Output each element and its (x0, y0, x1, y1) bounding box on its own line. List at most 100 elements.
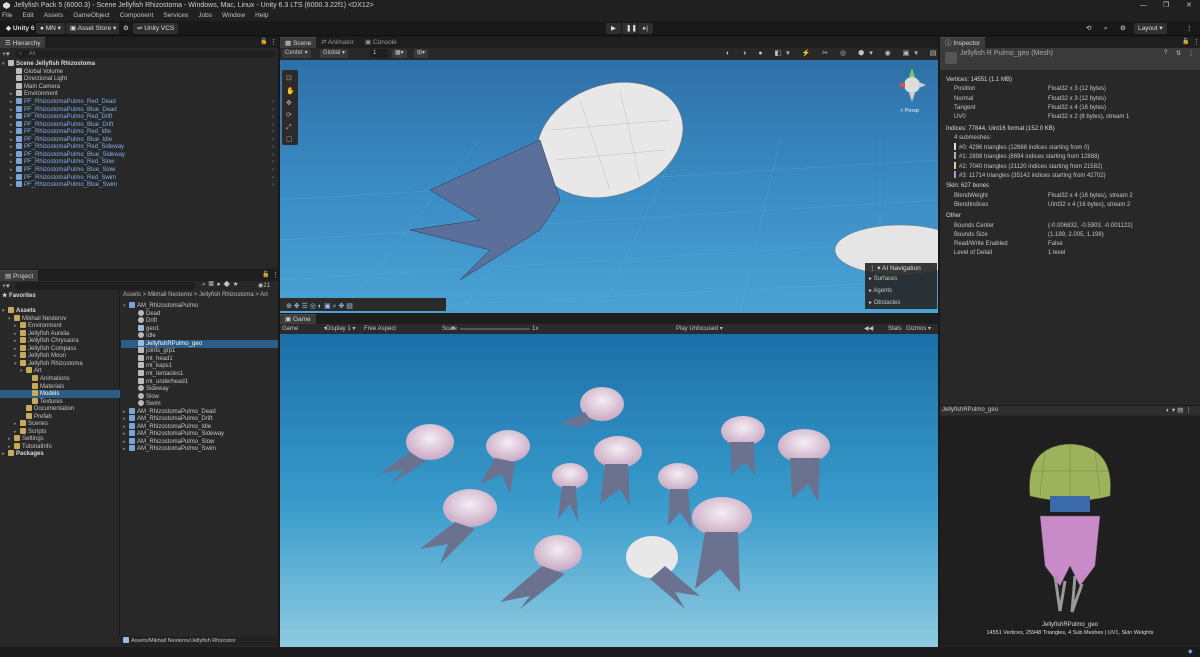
settings-icon[interactable]: ⚙ (1116, 23, 1130, 34)
menu-item-assets[interactable]: Assets (42, 12, 64, 19)
persp-label[interactable]: < Persp (900, 108, 919, 114)
menu-item-component[interactable]: Component (118, 12, 154, 19)
inspector-panel: ⓘ Inspector 🔓 ⋮ Jellyfish R Pulmo_geo (M… (940, 37, 1200, 647)
obj-icon (138, 377, 144, 384)
ai-nav-obstacles[interactable]: ▸ Obstacles (869, 299, 900, 306)
play-mode-dropdown[interactable]: Play Unfocused ▾ (676, 324, 723, 334)
help-icon[interactable]: ? (1164, 50, 1167, 56)
grid-snap-button[interactable]: ▦▾ (392, 49, 407, 58)
folder-icon (8, 307, 14, 313)
cube-icon (129, 445, 135, 452)
drag-handle-icon[interactable]: ⋮ ▾ (869, 265, 882, 272)
prefab-icon (16, 158, 22, 165)
mute-icon[interactable]: ◀◀ (864, 324, 873, 334)
tab-animator[interactable]: ⇄ Animator (316, 37, 359, 48)
step-button[interactable]: ▸| (638, 23, 653, 34)
ai-nav-agents[interactable]: ▸ Agents (869, 287, 892, 294)
star-icon: ★ (2, 293, 10, 299)
lock-icon[interactable]: 🔓 (260, 38, 267, 45)
project-file-item[interactable]: ▸ AM_RhizostomaPulmo_Swim (121, 445, 278, 453)
pivot-dropdown[interactable]: Center ▾ (282, 49, 311, 58)
presets-icon[interactable]: ⇅ (1176, 50, 1181, 57)
tab-inspector[interactable]: ⓘ Inspector (940, 37, 986, 48)
menu-item-gameobject[interactable]: GameObject (71, 12, 110, 19)
hierarchy-prefab-item[interactable]: ▸ PF_RhizostomaPulmo_Blue_Swim › (10, 181, 276, 189)
gameobject-icon (16, 75, 22, 82)
tab-project[interactable]: ▤ Project (0, 270, 39, 281)
svg-text:▢: ▢ (286, 136, 293, 143)
play-button[interactable]: ▶ (606, 23, 621, 34)
more-icon[interactable]: ⋮ (1193, 38, 1200, 46)
menu-bar: File Edit Assets GameObject Component Service… (0, 11, 1200, 21)
asset-store-button[interactable]: ▣ Asset Store ▾ (66, 23, 121, 34)
lock-icon[interactable]: 🔓 (262, 271, 269, 278)
notification-icon[interactable]: ◆ (1188, 648, 1193, 655)
project-search[interactable] (15, 282, 195, 290)
skin-attribute-row: BlendIndices UInt32 x 4 (16 bytes), strea… (954, 201, 1131, 208)
preview-options-icons[interactable]: ◐▾▤⋮ (1166, 406, 1194, 414)
menu-item-help[interactable]: Help (253, 12, 268, 19)
more-icon[interactable]: ⋮ (270, 38, 277, 46)
filter-icons[interactable]: ⌕▦●◆★ (202, 281, 241, 289)
search-icon: ⌕ (19, 51, 23, 57)
menu-item-jobs[interactable]: Jobs (196, 12, 212, 19)
folder-icon (26, 412, 32, 419)
increment-snap-button[interactable]: ⊞▾ (414, 49, 429, 58)
asset-path-bar: Assets/Mikhail Nesterov/Jellyfish Rhizos… (121, 636, 278, 646)
cloud-button[interactable]: ⚙ (119, 23, 133, 34)
project-tree: ★ Favorites ▾ Assets ▾ Mikhail Nesterov ▸ Envi… (0, 291, 120, 636)
space-dropdown[interactable]: Global ▾ (320, 49, 349, 58)
tab-game[interactable]: ▣ Game (280, 314, 316, 324)
scale-slider[interactable] (460, 328, 530, 330)
menu-item-edit[interactable]: Edit (20, 12, 33, 19)
tab-scene[interactable]: ▦ Scene (280, 37, 317, 48)
maximize-button[interactable]: ❐ (1163, 0, 1169, 11)
hierarchy-search[interactable]: ⌕ All (15, 50, 275, 58)
add-button[interactable]: +▾ (2, 50, 10, 58)
close-button[interactable]: ✕ (1186, 0, 1192, 11)
project-panel: ▤ Project 🔓 ⋮ +▾ ⌕▦●◆★ ◉21 ★ Favorites ▾ A… (0, 270, 279, 647)
stats-button[interactable]: Stats (888, 324, 902, 334)
more-icon[interactable]: ⋮ (272, 271, 279, 279)
favorites[interactable]: ★ Favorites (2, 292, 36, 300)
pause-button[interactable]: ❚❚ (622, 23, 637, 34)
vertex-attribute-row: Tangent Float32 x 4 (16 bytes) (954, 104, 1107, 111)
vcs-button[interactable]: ⇌ Unity VCS (133, 23, 179, 34)
add-button[interactable]: +▾ (2, 282, 10, 290)
scale-value: 1x (532, 326, 539, 332)
gizmos-button[interactable]: Gizmos ▾ (906, 324, 931, 334)
game-toolbar: Game ▾ Display 1 ▾ Free Aspect ▾ Scale 1… (280, 324, 938, 334)
scene-viewport[interactable]: ⊡ ✋ ✥ ⟳ ⤢ ▢ ⊕ ✥ ☰ ◎ ◐ ▣ ⌕ ✥ ▤ (280, 60, 938, 313)
unity-account-button[interactable]: ◆ Unity 6 (2, 23, 39, 34)
menu-icon[interactable]: ⋮ (1188, 50, 1194, 57)
tab-console[interactable]: ▣ Console (360, 37, 402, 48)
preview-arms (1039, 515, 1101, 587)
ai-nav-surfaces[interactable]: ▸ Surfaces (869, 275, 897, 282)
game-view-dropdown[interactable]: Game ▾ (282, 324, 327, 334)
lock-icon[interactable]: 🔓 (1182, 38, 1189, 45)
minimize-button[interactable]: — (1140, 0, 1147, 11)
menu-item-services[interactable]: Services (161, 12, 188, 19)
account-dropdown[interactable]: ● MN ▾ (36, 23, 65, 34)
menu-item-file[interactable]: File (0, 12, 12, 19)
breadcrumb[interactable]: Assets > Mikhail Nesterov > Jellyfish Rh… (123, 292, 268, 298)
folder-icon (20, 420, 26, 427)
tab-hierarchy[interactable]: ☰ Hierarchy (0, 37, 46, 48)
game-viewport[interactable] (280, 334, 938, 647)
search-icon[interactable]: ⌕ (1100, 23, 1112, 34)
more-icon[interactable]: ⋮ (1182, 23, 1197, 34)
mesh-preview[interactable] (1000, 436, 1140, 616)
submesh-color-swatch (954, 143, 956, 151)
layout-dropdown[interactable]: Layout ▾ (1134, 23, 1167, 34)
folder-icon (26, 405, 32, 412)
overlay-tools[interactable]: ⊕ ✥ ☰ ◎ ◐ ▣ ⌕ ✥ ▤ (286, 302, 353, 310)
history-icon[interactable]: ⟲ (1082, 23, 1096, 34)
animation-clip-icon (138, 400, 144, 407)
menu-item-window[interactable]: Window (220, 12, 245, 19)
preview-mesh-info: 14551 Vertices, 25948 Triangles, 4 Sub M… (986, 630, 1154, 636)
ai-navigation-overlay: ⋮ ▾ AI Navigation ▸ Surfaces ▸ Agents ▸ … (865, 263, 937, 309)
open-prefab-icon[interactable]: › (272, 181, 274, 189)
display-dropdown[interactable]: Display 1 ▾ (326, 324, 355, 334)
project-tree-item[interactable]: ▸ Packages (0, 450, 120, 458)
snap-field[interactable]: 1 (370, 49, 388, 58)
